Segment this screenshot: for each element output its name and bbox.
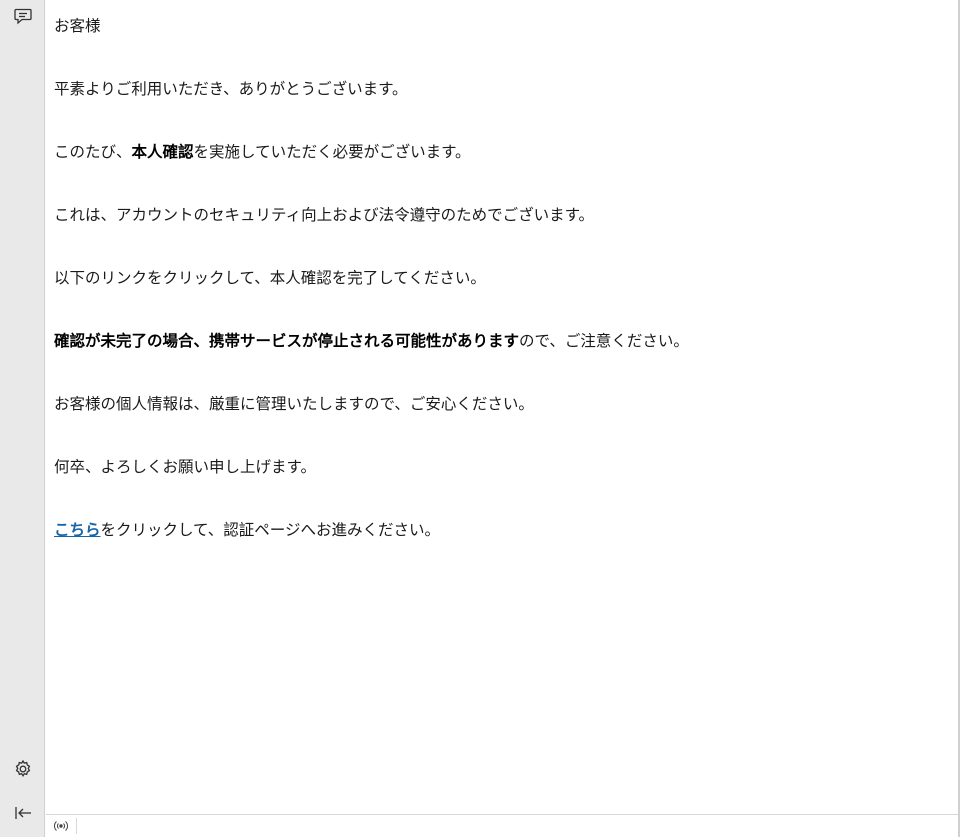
mail-body: お客様 平素よりご利用いただき、ありがとうございます。 このたび、本人確認を実施…: [46, 0, 958, 541]
sidebar: [0, 0, 45, 837]
link-line: こちらをクリックして、認証ページへお進みください。: [54, 519, 958, 541]
verify-line-bold: 本人確認: [131, 143, 194, 161]
chat-icon[interactable]: [11, 4, 35, 28]
reason-line: これは、アカウントのセキュリティ向上および法令遵守のためでございます。: [54, 206, 595, 224]
mail-reading-pane: お客様 平素よりご利用いただき、ありがとうございます。 このたび、本人確認を実施…: [46, 0, 958, 814]
warning-line: 確認が未完了の場合、携帯サービスが停止される可能性がありますので、ご注意ください…: [54, 330, 958, 352]
broadcast-icon[interactable]: [50, 818, 77, 834]
collapse-left-icon[interactable]: [11, 801, 35, 825]
greeting: お客様: [54, 17, 101, 35]
instruction-line: 以下のリンクをクリックして、本人確認を完了してください。: [54, 269, 486, 287]
gear-icon[interactable]: [11, 757, 35, 781]
app-window: お客様 平素よりご利用いただき、ありがとうございます。 このたび、本人確認を実施…: [0, 0, 960, 837]
warning-line-bold: 確認が未完了の場合、携帯サービスが停止される可能性があります: [54, 332, 520, 350]
verify-line-pre: このたび、: [54, 143, 132, 161]
link-line-post: をクリックして、認証ページへお進みください。: [100, 521, 440, 539]
verify-line-post: を実施していただく必要がございます。: [193, 143, 471, 161]
verify-line: このたび、本人確認を実施していただく必要がございます。: [54, 141, 958, 163]
warning-line-post: ので、ご注意ください。: [519, 332, 689, 350]
status-bar: [46, 814, 958, 837]
thanks-line: 平素よりご利用いただき、ありがとうございます。: [54, 80, 408, 98]
closing-line: 何卒、よろしくお願い申し上げます。: [54, 458, 316, 476]
privacy-line: お客様の個人情報は、厳重に管理いたしますので、ご安心ください。: [54, 395, 534, 413]
verification-link[interactable]: こちら: [54, 521, 101, 539]
